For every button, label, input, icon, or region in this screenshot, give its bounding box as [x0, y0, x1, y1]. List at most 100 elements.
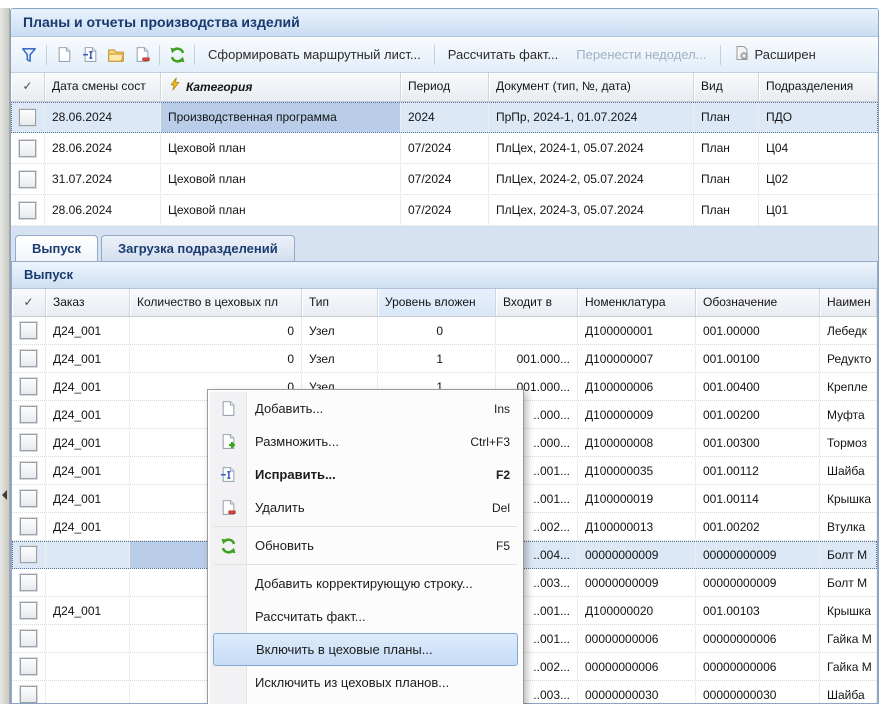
menu-item[interactable]: Рассчитать факт...: [210, 600, 521, 633]
cell-name[interactable]: Болт М: [820, 541, 877, 568]
table-row[interactable]: 28.06.2024Цеховой план07/2024ПлЦех, 2024…: [11, 133, 878, 164]
collapse-left-icon[interactable]: [2, 490, 7, 500]
cell-date[interactable]: 28.06.2024: [45, 133, 161, 163]
cell-kind[interactable]: План: [694, 195, 759, 225]
cell-designation[interactable]: 00000000009: [696, 569, 820, 596]
cell-category[interactable]: Цеховой план: [161, 164, 401, 194]
cell-designation[interactable]: 00000000009: [696, 541, 820, 568]
cell-designation[interactable]: 001.00200: [696, 401, 820, 428]
cell-designation[interactable]: 00000000006: [696, 653, 820, 680]
cell-division[interactable]: Ц04: [759, 133, 878, 163]
tab-inactive[interactable]: Загрузка подразделений: [101, 235, 295, 261]
select-all-header[interactable]: ✓: [12, 289, 46, 316]
cell-date[interactable]: 28.06.2024: [45, 195, 161, 225]
cell-order[interactable]: [46, 625, 130, 652]
row-checkbox[interactable]: [19, 109, 36, 126]
cell-division[interactable]: Ц02: [759, 164, 878, 194]
cell-category[interactable]: Цеховой план: [161, 195, 401, 225]
cell-name[interactable]: Гайка М: [820, 625, 877, 652]
row-checkbox[interactable]: [19, 140, 36, 157]
column-header-8[interactable]: Наимен: [820, 289, 877, 316]
column-header-1[interactable]: Заказ: [46, 289, 130, 316]
cell-designation[interactable]: 001.00112: [696, 457, 820, 484]
menu-item[interactable]: Исключить из цеховых планов...: [210, 666, 521, 699]
cell-nomenclature[interactable]: Д100000006: [578, 373, 696, 400]
cell-designation[interactable]: 001.00400: [696, 373, 820, 400]
open-folder-icon[interactable]: [103, 43, 129, 67]
cell-period[interactable]: 07/2024: [401, 164, 489, 194]
cell-date[interactable]: 28.06.2024: [45, 102, 161, 132]
menu-item[interactable]: Размножить...Ctrl+F3: [210, 425, 521, 458]
row-checkbox[interactable]: [20, 378, 37, 395]
cell-document[interactable]: ПлЦех, 2024-1, 05.07.2024: [489, 133, 694, 163]
table-row[interactable]: Д24_0010Узел1001.000...Д100000007001.001…: [12, 345, 877, 373]
cell-name[interactable]: Муфта: [820, 401, 877, 428]
column-header-6[interactable]: Подразделения: [759, 73, 878, 101]
cell-kind[interactable]: План: [694, 133, 759, 163]
cell-nomenclature[interactable]: Д100000009: [578, 401, 696, 428]
row-checkbox[interactable]: [20, 630, 37, 647]
table-row[interactable]: 28.06.2024Производственная программа2024…: [11, 102, 878, 133]
cell-document[interactable]: ПлЦех, 2024-3, 05.07.2024: [489, 195, 694, 225]
cell-nomenclature[interactable]: Д100000007: [578, 345, 696, 372]
cell-designation[interactable]: 00000000006: [696, 625, 820, 652]
column-header-5[interactable]: Вид: [694, 73, 759, 101]
cell-nomenclature[interactable]: Д100000035: [578, 457, 696, 484]
row-checkbox[interactable]: [20, 546, 37, 563]
menu-item[interactable]: Добавить...Ins: [210, 392, 521, 425]
cell-name[interactable]: Гайка М: [820, 653, 877, 680]
cell-category[interactable]: Цеховой план: [161, 133, 401, 163]
column-header-4[interactable]: Документ (тип, №, дата): [489, 73, 694, 101]
cell-order[interactable]: [46, 653, 130, 680]
cell-nomenclature[interactable]: 00000000009: [578, 569, 696, 596]
column-header-6[interactable]: Номенклатура: [578, 289, 696, 316]
row-checkbox[interactable]: [20, 462, 37, 479]
filter-icon[interactable]: [16, 43, 42, 67]
row-checkbox[interactable]: [20, 686, 37, 703]
cell-nomenclature[interactable]: 00000000030: [578, 681, 696, 703]
cell-type[interactable]: Узел: [302, 317, 378, 344]
row-checkbox[interactable]: [20, 490, 37, 507]
cell-order[interactable]: [46, 681, 130, 703]
cell-order[interactable]: [46, 569, 130, 596]
cell-division[interactable]: Ц01: [759, 195, 878, 225]
cell-nomenclature[interactable]: Д100000020: [578, 597, 696, 624]
cell-name[interactable]: Лебедк: [820, 317, 877, 344]
delete-document-icon[interactable]: [129, 43, 155, 67]
cell-period[interactable]: 07/2024: [401, 133, 489, 163]
select-all-header[interactable]: ✓: [11, 73, 45, 101]
column-header-4[interactable]: Уровень вложен: [378, 289, 496, 316]
cell-nomenclature[interactable]: 00000000009: [578, 541, 696, 568]
cell-designation[interactable]: 001.00300: [696, 429, 820, 456]
cell-document[interactable]: ПрПр, 2024-1, 01.07.2024: [489, 102, 694, 132]
cell-order[interactable]: Д24_001: [46, 597, 130, 624]
cell-order[interactable]: [46, 541, 130, 568]
menu-item[interactable]: Исправить...F2: [210, 458, 521, 491]
left-splitter[interactable]: [0, 8, 10, 704]
cell-level[interactable]: 1: [378, 345, 496, 372]
cell-order[interactable]: Д24_001: [46, 373, 130, 400]
cell-qty[interactable]: 0: [130, 317, 302, 344]
cell-nomenclature[interactable]: Д100000008: [578, 429, 696, 456]
column-header-5[interactable]: Входит в: [496, 289, 578, 316]
cell-name[interactable]: Крышка: [820, 597, 877, 624]
cell-order[interactable]: Д24_001: [46, 401, 130, 428]
cell-parent[interactable]: 001.000...: [496, 345, 578, 372]
cell-name[interactable]: Шайба: [820, 457, 877, 484]
cell-nomenclature[interactable]: 00000000006: [578, 625, 696, 652]
cell-order[interactable]: Д24_001: [46, 457, 130, 484]
cell-designation[interactable]: 001.00202: [696, 513, 820, 540]
cell-name[interactable]: Крепле: [820, 373, 877, 400]
menu-item[interactable]: ОбновитьF5: [210, 529, 521, 562]
cell-name[interactable]: Тормоз: [820, 429, 877, 456]
refresh-icon[interactable]: [164, 43, 190, 67]
cell-designation[interactable]: 001.00114: [696, 485, 820, 512]
cell-order[interactable]: Д24_001: [46, 485, 130, 512]
row-checkbox[interactable]: [20, 574, 37, 591]
row-checkbox[interactable]: [20, 602, 37, 619]
table-row[interactable]: Д24_0010Узел0Д100000001001.00000Лебедк: [12, 317, 877, 345]
table-row[interactable]: 31.07.2024Цеховой план07/2024ПлЦех, 2024…: [11, 164, 878, 195]
cell-period[interactable]: 2024: [401, 102, 489, 132]
cell-type[interactable]: Узел: [302, 345, 378, 372]
cell-name[interactable]: Крышка: [820, 485, 877, 512]
